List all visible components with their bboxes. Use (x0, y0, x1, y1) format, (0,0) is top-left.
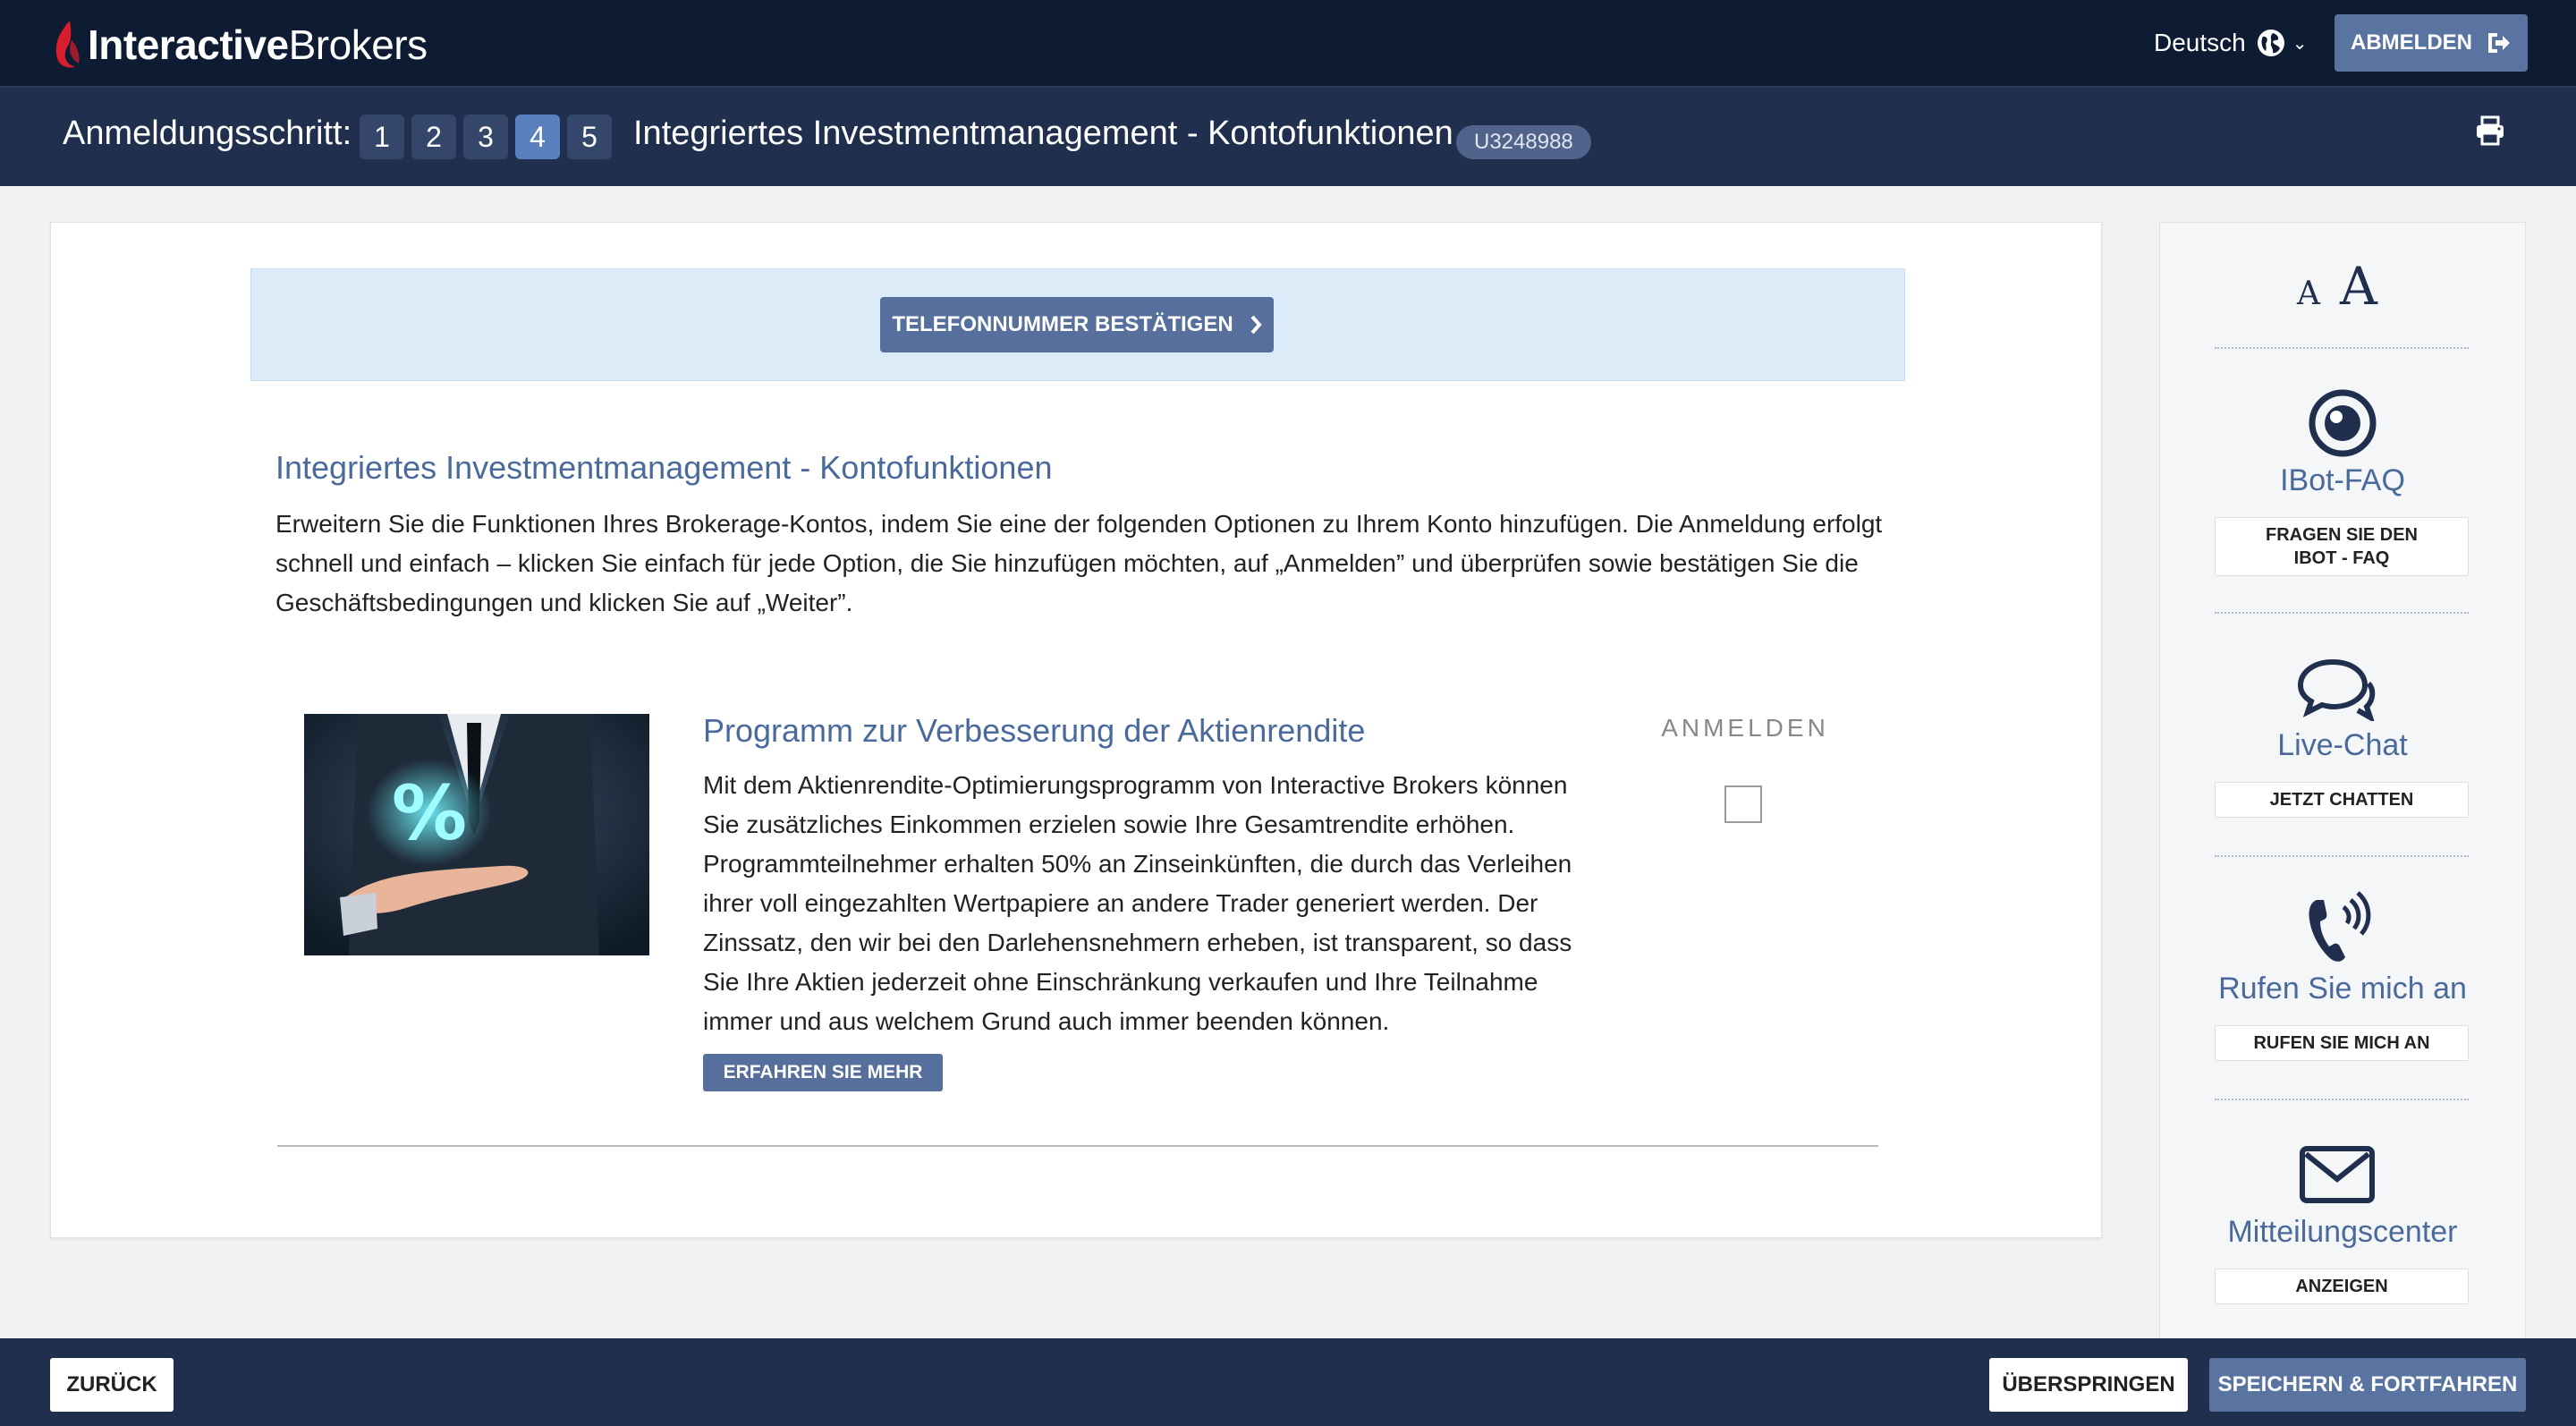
step-2[interactable]: 2 (411, 115, 456, 159)
font-increase-button[interactable]: A (2340, 256, 2377, 317)
chat-icon (2297, 658, 2376, 721)
learn-more-button[interactable]: ERFAHREN SIE MEHR (703, 1054, 943, 1091)
step-indicator: 1 2 3 4 5 (360, 115, 612, 159)
language-selector[interactable]: Deutsch ⌄ (2154, 25, 2307, 61)
side-divider (2215, 855, 2469, 857)
section-title: Integriertes Investmentmanagement - Kont… (275, 449, 1053, 486)
ibot-icon (2309, 389, 2377, 457)
save-continue-button[interactable]: SPEICHERN & FORTFAHREN (2209, 1358, 2526, 1412)
chevron-down-icon: ⌄ (2292, 33, 2308, 54)
skip-button[interactable]: ÜBERSPRINGEN (1989, 1358, 2188, 1412)
call-me-button[interactable]: RUFEN SIE MICH AN (2215, 1025, 2469, 1061)
enrollment-step-bar: Anmeldungsschritt: 1 2 3 4 5 Integrierte… (0, 86, 2576, 186)
logout-button[interactable]: ABMELDEN (2334, 14, 2528, 72)
flame-logo-icon (55, 21, 80, 68)
chat-now-button[interactable]: JETZT CHATTEN (2215, 782, 2469, 818)
step-5[interactable]: 5 (567, 115, 612, 159)
globe-icon (2257, 30, 2284, 56)
step-1[interactable]: 1 (360, 115, 404, 159)
ibot-faq-title: IBot-FAQ (2280, 463, 2405, 497)
font-size-controls: A A (2297, 256, 2377, 317)
chevron-right-icon (1250, 315, 1262, 335)
brand-logo[interactable]: InteractiveBrokers (52, 18, 428, 72)
sign-out-icon (2488, 33, 2510, 53)
section-description: Erweitern Sie die Funktionen Ihres Broke… (275, 510, 1883, 616)
live-chat-title: Live-Chat (2277, 728, 2408, 762)
enroll-label: ANMELDEN (1661, 714, 1829, 742)
side-divider (2215, 612, 2469, 614)
product-description: Mit dem Aktienrendite-Optimierungsprogra… (703, 771, 1572, 1035)
ask-ibot-button[interactable]: FRAGEN SIE DEN IBOT - FAQ (2215, 517, 2469, 576)
font-decrease-button[interactable]: A (2297, 276, 2320, 312)
brand-name: InteractiveBrokers (88, 21, 428, 68)
step-3[interactable]: 3 (463, 115, 508, 159)
step-4-active[interactable]: 4 (515, 115, 560, 159)
language-label: Deutsch (2154, 29, 2246, 56)
enroll-checkbox[interactable] (1724, 785, 1762, 823)
message-center-title: Mitteilungscenter (2227, 1215, 2458, 1249)
phone-icon (2309, 891, 2371, 962)
mail-icon (2300, 1146, 2375, 1203)
product-image: % (304, 714, 649, 955)
call-me-title: Rufen Sie mich an (2218, 972, 2467, 1006)
confirm-phone-button[interactable]: TELEFONNUMMER BESTÄTIGEN (880, 297, 1274, 352)
side-divider (2215, 347, 2469, 349)
step-label: Anmeldungsschritt: (63, 115, 352, 152)
footer-bar (0, 1338, 2576, 1426)
step-title: Integriertes Investmentmanagement - Kont… (633, 115, 1453, 152)
section-divider (277, 1145, 1878, 1147)
view-messages-button[interactable]: ANZEIGEN (2215, 1269, 2469, 1304)
top-header: InteractiveBrokers Deutsch ⌄ ABMELDEN (0, 0, 2576, 86)
account-id-badge: U3248988 (1456, 125, 1591, 159)
back-button[interactable]: ZURÜCK (50, 1358, 174, 1412)
product-title: Programm zur Verbesserung der Aktienrend… (703, 712, 1366, 749)
print-icon[interactable] (2474, 115, 2506, 147)
side-divider (2215, 1099, 2469, 1100)
svg-text:%: % (392, 769, 467, 857)
